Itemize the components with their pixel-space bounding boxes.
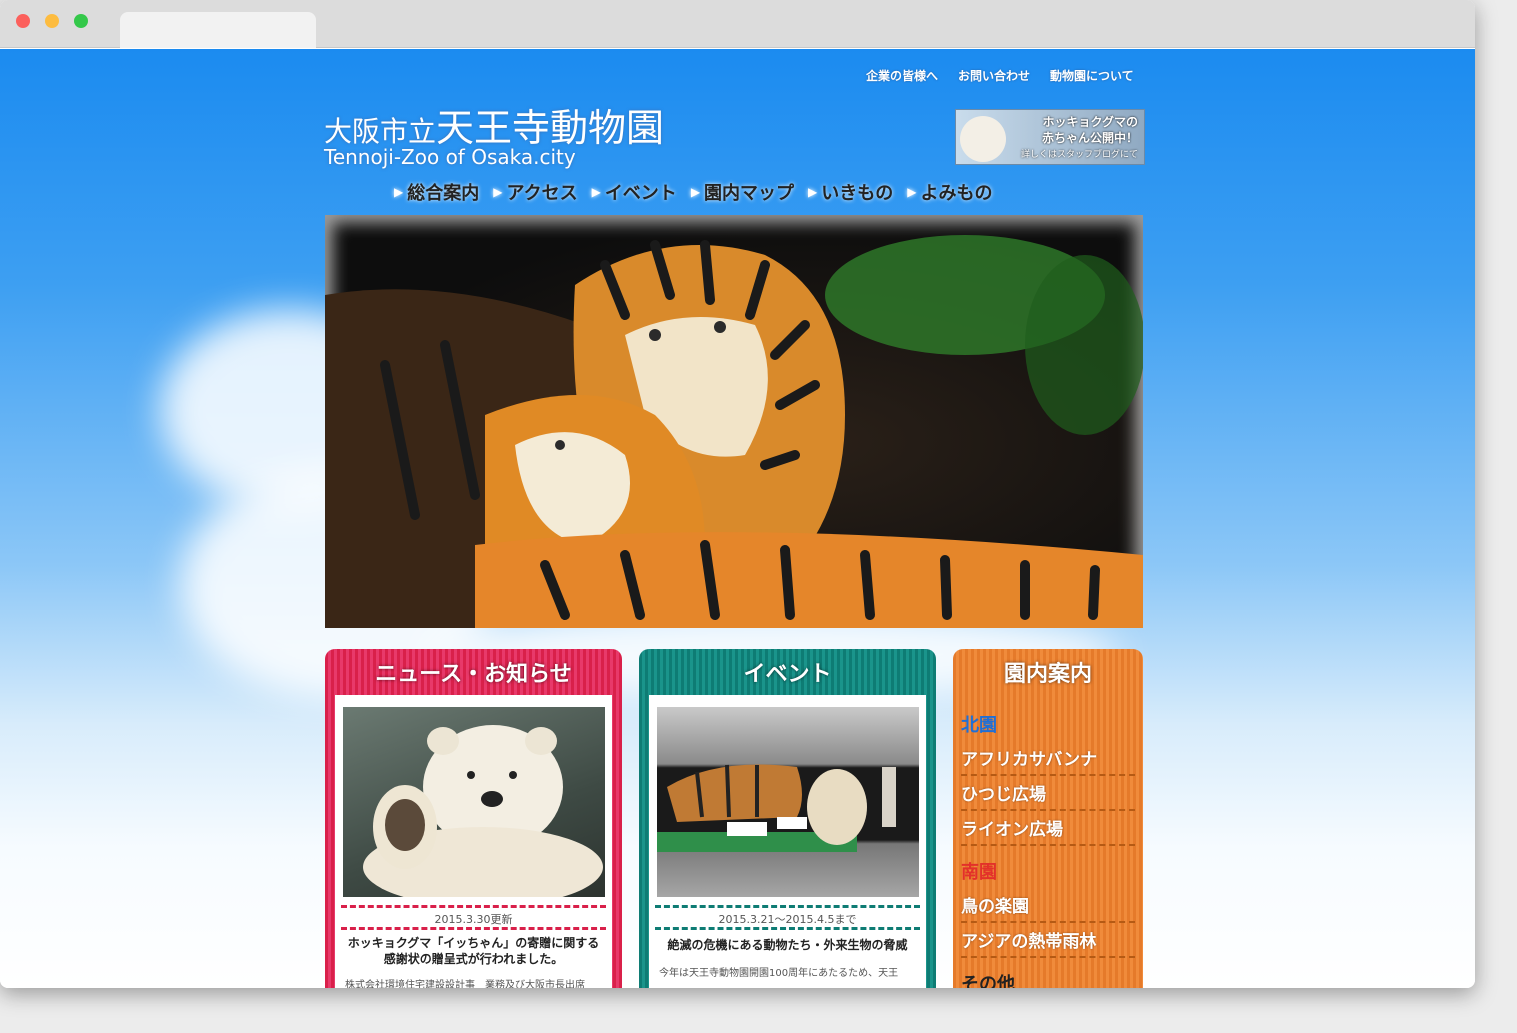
nav-reading[interactable]: ▶ よみもの [907,179,992,205]
guide-card: 園内案内 北園 アフリカサバンナ ひつじ広場 ライオン広場 南園 鳥の楽園 アジ… [953,649,1143,988]
guide-item-bird-paradise[interactable]: 鳥の楽園 [961,888,1135,923]
exhibit-photo[interactable] [657,707,919,897]
nav-label: アクセス [506,183,578,204]
event-card-body: 2015.3.21〜2015.4.5まで 絶滅の危機にある動物たち・外来生物の脅… [649,695,926,988]
exhibit-illustration [657,764,896,852]
link-contact[interactable]: お問い合わせ [958,67,1030,84]
close-window-button[interactable] [16,14,30,28]
tiger-illustration [325,235,1143,628]
news-headline[interactable]: ホッキョクグマ「イッちゃん」の寄贈に関する感謝状の贈呈式が行われました。 [345,935,602,967]
triangle-right-icon: ▶ [690,185,701,199]
triangle-right-icon: ▶ [808,185,818,199]
nav-events[interactable]: ▶ イベント [592,179,677,205]
nav-animals[interactable]: ▶ いきもの [808,179,893,205]
divider [655,927,920,930]
event-headline[interactable]: 絶滅の危機にある動物たち・外来生物の脅威 [659,937,916,953]
guide-item-sheep-plaza[interactable]: ひつじ広場 [961,776,1135,811]
area-other-label[interactable]: その他 [961,970,1135,988]
main-nav: ▶ 総合案内 ▶ アクセス ▶ イベント ▶ 園内マップ ▶ いきもの ▶ よみもの [394,179,993,205]
banner-line1: ホッキョクグマの [1042,115,1138,129]
news-card-title: ニュース・お知らせ [375,662,572,687]
news-card-body: 2015.3.30更新 ホッキョクグマ「イッちゃん」の寄贈に関する感謝状の贈呈式… [335,695,612,988]
logo-name: 天王寺動物園 [436,106,665,150]
browser-window: 企業の皆様へ お問い合わせ 動物園について 大阪市立天王寺動物園 Tennoji… [0,0,1475,988]
event-card: イベント 2015.3.21〜2015.4.5まで 絶滅の危機にある動物たち・外… [639,649,936,988]
guide-item-african-savanna[interactable]: アフリカサバンナ [961,741,1135,776]
link-for-companies[interactable]: 企業の皆様へ [866,67,938,84]
guide-card-title: 園内案内 [1003,662,1092,687]
hero-tiger-image [325,215,1143,628]
news-card: ニュース・お知らせ 2015.3.30更新 ホッキョクグマ「イッちゃん」の寄贈に… [325,649,622,988]
nav-label: 園内マップ [704,183,795,204]
minimize-window-button[interactable] [45,14,59,28]
news-snippet: 株式会社環境住宅建設設計事 業務及び大阪市長出席 [345,980,585,988]
guide-item-asian-rainforest[interactable]: アジアの熱帯雨林 [961,923,1135,958]
polar-bear-illustration [363,725,603,897]
nav-access[interactable]: ▶ アクセス [493,179,577,205]
triangle-right-icon: ▶ [591,185,601,199]
triangle-right-icon: ▶ [394,185,404,199]
nav-label: イベント [604,183,677,204]
polar-bear-thumbnail [960,116,1006,162]
news-date: 2015.3.30更新 [434,913,513,926]
site-logo[interactable]: 大阪市立天王寺動物園 [324,97,664,152]
divider [341,927,606,930]
area-south-label: 南園 [961,862,997,883]
nav-general-info[interactable]: ▶ 総合案内 [394,179,479,205]
event-snippet: 今年は天王寺動物園開園100周年にあたるため、天王 [659,968,899,979]
guide-item-lion-plaza[interactable]: ライオン広場 [961,811,1135,846]
page-viewport: 企業の皆様へ お問い合わせ 動物園について 大阪市立天王寺動物園 Tennoji… [0,49,1475,988]
nav-map[interactable]: ▶ 園内マップ [691,179,794,205]
event-card-title: イベント [743,662,832,687]
nav-label: 総合案内 [407,183,480,204]
maximize-window-button[interactable] [74,14,88,28]
browser-tab[interactable] [120,12,316,48]
triangle-right-icon: ▶ [907,185,917,199]
polar-bear-photo[interactable] [343,707,605,897]
logo-english: Tennoji-Zoo of Osaka.city [324,145,576,169]
nav-label: よみもの [920,183,993,204]
event-date: 2015.3.21〜2015.4.5まで [718,913,857,926]
guide-list: 北園 アフリカサバンナ ひつじ広場 ライオン広場 南園 鳥の楽園 アジアの熱帯雨… [961,707,1135,988]
banner-line2: 赤ちゃん公開中！ [1041,131,1138,145]
polar-bear-banner[interactable]: ホッキョクグマの 赤ちゃん公開中！ 詳しくはスタッフブログにて [955,109,1145,165]
divider [655,905,920,908]
triangle-right-icon: ▶ [493,185,503,199]
area-north-label: 北園 [961,715,997,736]
logo-prefix: 大阪市立 [324,115,437,148]
link-about-zoo[interactable]: 動物園について [1050,67,1134,84]
banner-line3: 詳しくはスタッフブログにて [1020,150,1138,160]
nav-label: いきもの [821,183,894,204]
utility-links: 企業の皆様へ お問い合わせ 動物園について [866,67,1134,84]
browser-chrome [0,0,1475,48]
divider [341,905,606,908]
